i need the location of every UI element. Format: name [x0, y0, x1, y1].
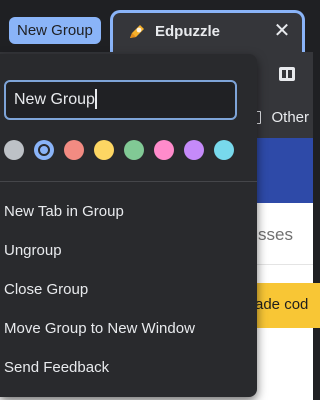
color-swatch-yellow[interactable] — [94, 140, 114, 160]
color-swatch-green[interactable] — [124, 140, 144, 160]
menu-separator — [0, 181, 257, 182]
menu-item-close-group[interactable]: Close Group — [0, 271, 257, 309]
menu-item-send-feedback[interactable]: Send Feedback — [0, 349, 257, 387]
bookmark-other-folder[interactable]: Other — [271, 109, 309, 126]
tab-edpuzzle[interactable]: Edpuzzle ✕ — [110, 10, 305, 52]
tab-strip: New Group Edpuzzle ✕ — [0, 0, 313, 52]
text-caret — [95, 89, 97, 109]
color-swatch-grey[interactable] — [4, 140, 24, 160]
banner-text: ade cod — [255, 296, 309, 313]
menu-item-ungroup[interactable]: Ungroup — [0, 232, 257, 270]
color-swatch-pink[interactable] — [154, 140, 174, 160]
close-icon[interactable]: ✕ — [270, 19, 294, 43]
color-swatch-purple[interactable] — [184, 140, 204, 160]
menu-item-new-tab-in-group[interactable]: New Tab in Group — [0, 193, 257, 231]
menu-item-move-group-to-new-window[interactable]: Move Group to New Window — [0, 310, 257, 348]
color-swatch-cyan[interactable] — [214, 140, 234, 160]
tab-group-editor-popup: New Tab in Group Ungroup Close Group Mov… — [0, 54, 257, 397]
group-name-input[interactable] — [4, 80, 237, 120]
color-swatch-red[interactable] — [64, 140, 84, 160]
tab-title: Edpuzzle — [155, 23, 221, 40]
color-swatch-blue[interactable] — [34, 140, 54, 160]
edpuzzle-pencil-icon — [130, 25, 144, 38]
tab-group-chip[interactable]: New Group — [9, 17, 101, 44]
puzzle-extension-icon[interactable] — [279, 67, 295, 81]
